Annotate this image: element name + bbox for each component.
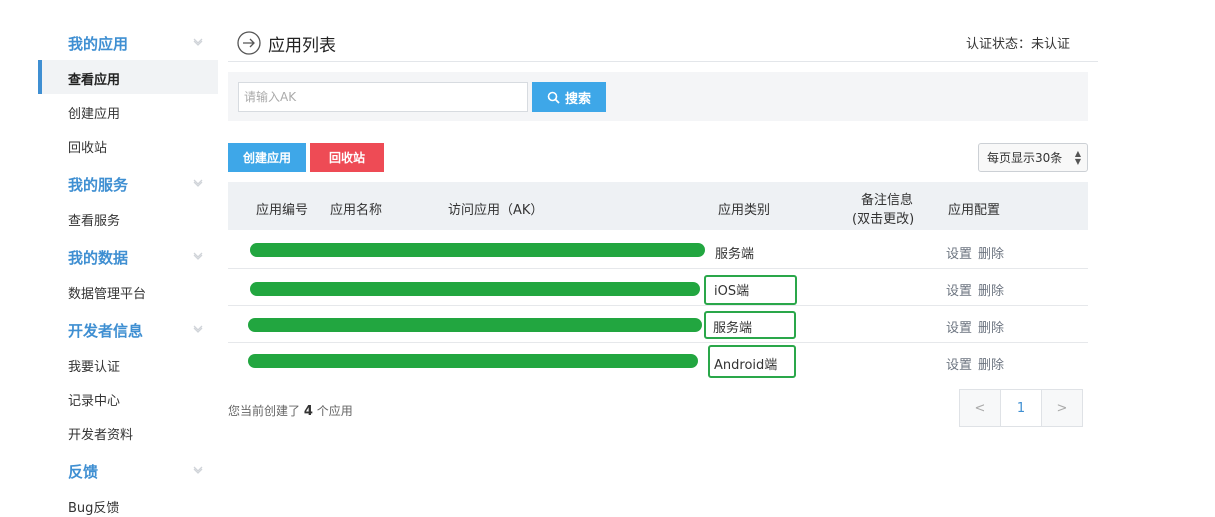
select-arrows-icon: ▲ ▼ (1074, 149, 1081, 166)
app-type-cell: 服务端 (713, 321, 753, 336)
settings-link[interactable]: 设置 (946, 358, 972, 373)
app-count-summary: 您当前创建了 4 个应用 (228, 402, 353, 419)
per-page-select[interactable]: 每页显示30条 ▲ ▼ (978, 143, 1088, 172)
chevron-down-icon[interactable] (193, 325, 203, 335)
sidebar-item-recycle-bin[interactable]: 回收站 (68, 137, 107, 156)
summary-count: 4 (303, 404, 313, 419)
column-header-app-name: 应用名称 (330, 203, 383, 218)
sidebar-item-data-platform[interactable]: 数据管理平台 (68, 283, 146, 302)
search-button-label: 搜索 (564, 91, 591, 107)
arrow-right-circle-icon (237, 31, 261, 55)
sidebar-item-view-services[interactable]: 查看服务 (68, 210, 120, 229)
page-1-button[interactable]: 1 (1000, 389, 1042, 427)
search-input[interactable] (238, 82, 528, 112)
column-header-remark: 备注信息 (861, 193, 914, 208)
sidebar-section-my-services[interactable]: 我的服务 (68, 174, 128, 195)
sidebar: 我的应用 查看应用 创建应用 回收站 我的服务 查看服务 我的数据 数据管理平台… (0, 0, 218, 517)
redacted-row-content (250, 243, 705, 257)
create-app-button[interactable]: 创建应用 (228, 143, 306, 172)
delete-link[interactable]: 删除 (978, 321, 1004, 336)
header-divider (228, 61, 1098, 62)
app-type-cell: Android端 (714, 358, 778, 373)
sidebar-section-my-data[interactable]: 我的数据 (68, 247, 128, 268)
sidebar-item-create-app[interactable]: 创建应用 (68, 103, 120, 122)
row-config: 设置 删除 (946, 280, 1010, 299)
row-divider (228, 342, 1088, 343)
auth-status-label: 认证状态： (966, 37, 1032, 52)
sidebar-active-indicator (38, 60, 42, 94)
row-divider (228, 268, 1088, 269)
chevron-down-icon[interactable] (193, 179, 203, 189)
auth-status-value: 未认证 (1031, 37, 1071, 52)
row-config: 设置 删除 (946, 317, 1010, 336)
sidebar-section-my-apps[interactable]: 我的应用 (68, 33, 128, 54)
search-button[interactable]: 搜索 (532, 82, 606, 112)
delete-link[interactable]: 删除 (978, 358, 1004, 373)
row-config: 设置 删除 (946, 243, 1010, 262)
sidebar-active-background (38, 60, 218, 94)
delete-link[interactable]: 删除 (978, 284, 1004, 299)
settings-link[interactable]: 设置 (946, 321, 972, 336)
sidebar-item-bug-feedback[interactable]: Bug反馈 (68, 497, 119, 516)
prev-page-button[interactable]: < (959, 389, 1001, 427)
recycle-bin-button[interactable]: 回收站 (310, 143, 384, 172)
app-type-cell: iOS端 (714, 284, 750, 299)
summary-prefix: 您当前创建了 (228, 404, 301, 418)
search-icon (547, 91, 560, 104)
sidebar-item-records[interactable]: 记录中心 (68, 390, 120, 409)
summary-suffix: 个应用 (316, 404, 353, 418)
row-divider (228, 305, 1088, 306)
per-page-value: 每页显示30条 (987, 151, 1063, 165)
row-config: 设置 删除 (946, 354, 1010, 373)
redacted-row-content (248, 318, 702, 332)
settings-link[interactable]: 设置 (946, 247, 972, 262)
sidebar-item-developer-profile[interactable]: 开发者资料 (68, 424, 133, 443)
auth-status: 认证状态：未认证 (966, 33, 1070, 52)
sidebar-item-verify[interactable]: 我要认证 (68, 356, 120, 375)
chevron-down-icon[interactable] (193, 38, 203, 48)
column-header-app-id: 应用编号 (256, 203, 309, 218)
settings-link[interactable]: 设置 (946, 284, 972, 299)
chevron-down-icon[interactable] (193, 252, 203, 262)
column-header-app-type: 应用类别 (718, 203, 771, 218)
redacted-row-content (248, 354, 698, 368)
sidebar-section-developer-info[interactable]: 开发者信息 (68, 320, 143, 341)
delete-link[interactable]: 删除 (978, 247, 1004, 262)
sidebar-item-view-apps[interactable]: 查看应用 (68, 69, 120, 88)
column-header-config: 应用配置 (948, 203, 1001, 218)
app-type-cell: 服务端 (715, 247, 755, 262)
column-header-ak: 访问应用（AK） (448, 203, 544, 218)
chevron-down-icon[interactable] (193, 466, 203, 476)
page-title: 应用列表 (268, 36, 336, 56)
pagination: < 1 > (959, 389, 1088, 429)
next-page-button[interactable]: > (1041, 389, 1083, 427)
redacted-row-content (250, 282, 700, 296)
column-header-remark-hint: (双击更改) (852, 212, 915, 227)
sidebar-section-feedback[interactable]: 反馈 (68, 461, 98, 482)
